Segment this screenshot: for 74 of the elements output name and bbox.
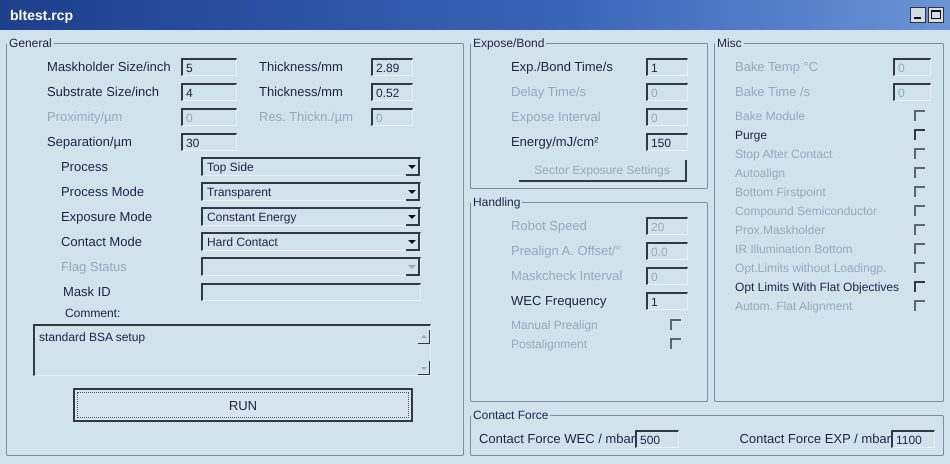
field-label: WEC Frequency (511, 293, 608, 308)
checkbox-label: Opt.Limits without Loadingp. (735, 260, 888, 274)
dropdown[interactable] (201, 257, 421, 276)
group-title: Handling (472, 195, 522, 209)
run-button[interactable]: RUN (73, 388, 413, 422)
field-label: Proximity/µm (47, 109, 124, 124)
input-field[interactable]: 2.89 (371, 58, 413, 76)
field-label: Exposure Mode (61, 209, 154, 224)
field-label: Contact Mode (61, 234, 143, 249)
checkbox-label: Stop After Contact (735, 146, 834, 160)
field-label: Maskholder Size/inch (47, 59, 172, 74)
field-label: Bake Time /s (735, 84, 812, 99)
group-title: Misc (716, 36, 743, 50)
dropdown[interactable]: Constant Energy (201, 207, 421, 226)
checkbox-label: Compound Semiconductor (735, 204, 878, 218)
field-label: Mask ID (63, 284, 112, 299)
input-field[interactable]: 1 (646, 292, 688, 310)
dropdown-arrow-icon (406, 234, 420, 250)
comment-field[interactable]: standard BSA setup (33, 324, 431, 376)
field-label: Thickness/mm (259, 59, 344, 74)
field-label: Thickness/mm (259, 84, 344, 99)
input-field[interactable]: 0.52 (371, 82, 413, 100)
checkbox-label: Opt Limits With Flat Objectives (735, 280, 900, 294)
dropdown[interactable]: Hard Contact (201, 232, 421, 251)
field-label: Energy/mJ/cm² (511, 134, 600, 149)
input-field[interactable] (201, 282, 421, 300)
group-title: General (8, 36, 53, 50)
field-label: Comment: (65, 306, 122, 320)
checkbox-label: IR Illumination Bottom (735, 242, 854, 256)
field-label: Contact Force EXP / mbar (740, 431, 891, 446)
checkbox-label: Postalignment (511, 336, 588, 350)
dropdown-arrow-icon (406, 208, 420, 226)
field-label: Substrate Size/inch (47, 84, 160, 99)
input-field[interactable]: 30 (181, 132, 237, 150)
dropdown-arrow-icon (406, 158, 420, 176)
checkbox-label: Autom. Flat Alignment (735, 298, 854, 312)
input-field[interactable]: 1100 (891, 430, 935, 448)
dropdown[interactable]: Transparent (201, 182, 421, 201)
minimize-icon[interactable] (910, 7, 926, 23)
field-label: Delay Time/s (511, 84, 588, 99)
window-title: bltest.rcp (10, 7, 74, 23)
input-field[interactable]: 1 (646, 58, 688, 76)
dropdown-arrow-icon (406, 258, 420, 276)
scroll-down-icon[interactable] (418, 361, 430, 375)
field-label: Process Mode (61, 184, 146, 199)
field-label: Process (61, 159, 109, 174)
field-label: Robot Speed (511, 218, 588, 233)
group-title: Expose/Bond (472, 36, 546, 50)
checkbox-label: Prox.Maskholder (735, 222, 826, 236)
checkbox-label: Bake Module (735, 108, 806, 122)
field-label: Expose Interval (511, 109, 602, 124)
field-label: Contact Force WEC / mbar (479, 431, 636, 446)
input-field[interactable]: 5 (181, 58, 237, 76)
input-field[interactable]: 4 (181, 82, 237, 100)
field-label: Bake Temp °C (735, 59, 819, 74)
scroll-up-icon[interactable] (418, 330, 430, 344)
checkbox[interactable] (914, 281, 925, 292)
field-label: Maskcheck Interval (511, 268, 624, 283)
checkbox-label: Bottom Firstpoint (735, 184, 827, 198)
group-title: Contact Force (472, 408, 550, 422)
input-field[interactable]: 500 (635, 430, 680, 448)
input-field[interactable]: 150 (646, 132, 688, 150)
checkbox[interactable] (914, 129, 925, 140)
field-label: Flag Status (61, 259, 128, 274)
field-label: Separation/µm (47, 134, 133, 149)
dropdown-arrow-icon (406, 184, 420, 200)
field-label: Res. Thickn./µm (259, 109, 354, 124)
checkbox-label: Autoalign (735, 166, 786, 180)
field-label: Exp./Bond Time/s (511, 59, 614, 74)
dropdown[interactable]: Top Side (201, 157, 421, 176)
checkbox-label: Manual Prealign (511, 318, 599, 332)
checkbox-label: Purge (735, 128, 768, 142)
field-label: Prealign A. Offset/° (511, 243, 622, 258)
maximize-icon[interactable] (928, 7, 944, 23)
